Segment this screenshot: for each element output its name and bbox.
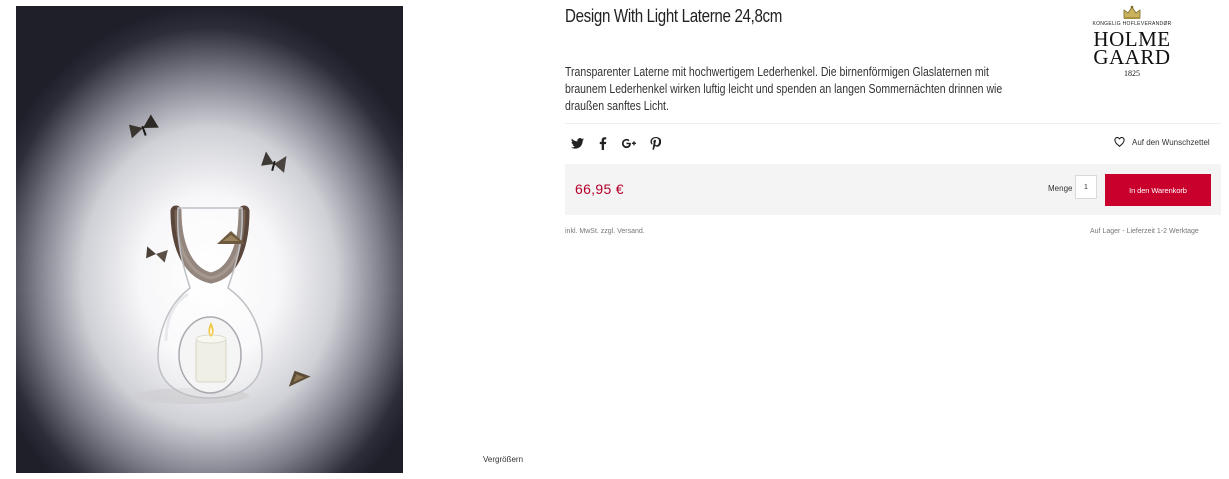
facebook-icon[interactable]: [596, 136, 610, 150]
quantity-label: Menge: [1048, 184, 1073, 193]
pinterest-icon[interactable]: [648, 136, 662, 150]
moth-icon: [128, 114, 159, 139]
buy-box: 66,95 € Menge In den Warenkorb: [565, 164, 1221, 215]
google-plus-icon[interactable]: [622, 136, 636, 150]
brand-name: HOLME GAARD: [1072, 29, 1192, 69]
moth-icon: [261, 151, 287, 173]
brand-logo[interactable]: KONGELIG HOFLEVERANDØR HOLME GAARD 1825: [1072, 4, 1192, 92]
enlarge-image-link[interactable]: Vergrößern: [483, 455, 523, 464]
product-image[interactable]: [16, 6, 403, 473]
stock-status: Auf Lager - Lieferzeit 1-2 Werktage: [1090, 228, 1199, 235]
social-share-bar: [570, 135, 662, 151]
product-price: 66,95 €: [575, 181, 624, 197]
product-title: Design With Light Laterne 24,8cm: [565, 6, 783, 26]
moth-icon: [146, 246, 168, 263]
moth-icon: [288, 370, 311, 387]
wishlist-button[interactable]: Auf den Wunschzettel: [1114, 137, 1210, 147]
heart-icon: [1114, 137, 1125, 147]
lantern-illustration: [128, 114, 311, 404]
quantity-input[interactable]: [1075, 175, 1097, 199]
brand-name-line2: GAARD: [1093, 45, 1171, 69]
twitter-icon[interactable]: [570, 136, 584, 150]
tax-note: inkl. MwSt. zzgl. Versand.: [565, 228, 645, 235]
brand-year: 1825: [1124, 69, 1140, 78]
product-description: Transparenter Laterne mit hochwertigem L…: [565, 65, 1003, 113]
add-to-cart-button[interactable]: In den Warenkorb: [1105, 174, 1211, 206]
divider: [565, 123, 1221, 124]
wishlist-label: Auf den Wunschzettel: [1132, 137, 1210, 147]
crown-icon: [1123, 5, 1141, 19]
